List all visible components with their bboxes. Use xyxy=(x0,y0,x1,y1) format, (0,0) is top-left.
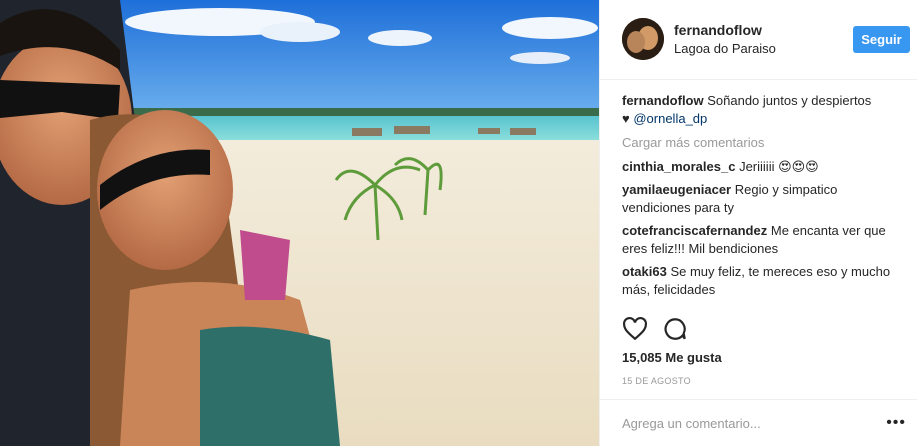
speech-bubble-icon[interactable] xyxy=(662,316,690,344)
heart-glyph: ♥ xyxy=(622,111,630,126)
post-date: 15 DE AGOSTO xyxy=(622,376,691,386)
comment-item: yamilaeugeniacer Regio y simpatico vendi… xyxy=(622,181,904,217)
comment-username[interactable]: otaki63 xyxy=(622,264,667,279)
caption-text: Soñando juntos y despiertos xyxy=(707,93,872,108)
post-username[interactable]: fernandoflow xyxy=(674,22,762,38)
caption-mention[interactable]: @ornella_dp xyxy=(633,111,707,126)
post-sidebar: fernandoflow Lagoa do Paraiso Seguir fer… xyxy=(599,0,917,446)
add-comment-bar: Agrega un comentario... ••• xyxy=(600,399,917,447)
comments-section: fernandoflow Soñando juntos y despiertos… xyxy=(622,92,904,304)
comment-username[interactable]: cotefranciscafernandez xyxy=(622,223,767,238)
avatar-image xyxy=(622,18,664,60)
load-more-comments[interactable]: Cargar más comentarios xyxy=(622,134,904,152)
comment-item: cotefranciscafernandez Me encanta ver qu… xyxy=(622,222,904,258)
comment-username[interactable]: yamilaeugeniacer xyxy=(622,182,731,197)
add-comment-input[interactable]: Agrega un comentario... xyxy=(622,416,761,431)
more-options-icon[interactable]: ••• xyxy=(886,414,906,432)
avatar[interactable] xyxy=(622,18,664,60)
post-header: fernandoflow Lagoa do Paraiso Seguir xyxy=(600,0,917,80)
post-location[interactable]: Lagoa do Paraiso xyxy=(674,41,776,56)
caption-username[interactable]: fernandoflow xyxy=(622,93,704,108)
post-photo[interactable] xyxy=(0,0,599,446)
comment-text: Jeriiiiii 😍😍😍 xyxy=(739,159,819,174)
instagram-post: fernandoflow Lagoa do Paraiso Seguir fer… xyxy=(0,0,917,446)
comment-username[interactable]: cinthia_morales_c xyxy=(622,159,735,174)
follow-button[interactable]: Seguir xyxy=(853,26,910,53)
caption: fernandoflow Soñando juntos y despiertos… xyxy=(622,92,904,128)
likes-count[interactable]: 15,085 Me gusta xyxy=(622,350,722,365)
heart-outline-icon[interactable] xyxy=(622,316,650,344)
action-bar xyxy=(622,316,904,344)
comment-item: cinthia_morales_c Jeriiiiii 😍😍😍 xyxy=(622,158,904,176)
beach-selfie-image xyxy=(0,0,599,446)
comment-item: otaki63 Se muy feliz, te mereces eso y m… xyxy=(622,263,904,299)
